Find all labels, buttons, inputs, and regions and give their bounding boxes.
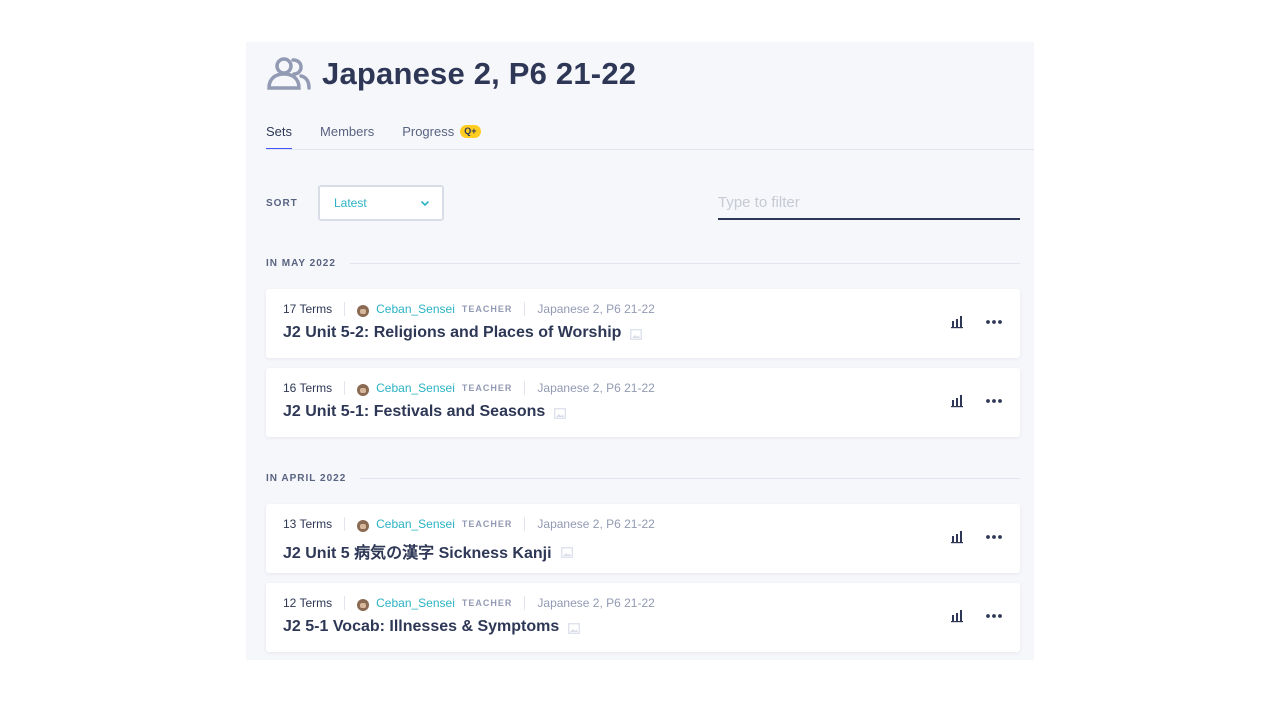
tab-sets-label: Sets (266, 124, 293, 139)
class-name: Japanese 2, P6 21-22 (537, 596, 655, 610)
class-page: Japanese 2, P6 21-22 Sets Members Progre… (246, 42, 1034, 660)
bar-chart-icon[interactable] (950, 315, 964, 329)
set-meta: 16 Terms Ceban_Sensei TEACHER Japanese 2… (283, 381, 655, 396)
owl-avatar-icon (357, 305, 370, 317)
bar-chart-icon[interactable] (950, 530, 964, 544)
group-header-may-2022: IN MAY 2022 (266, 258, 1020, 269)
more-options-icon[interactable] (985, 612, 1003, 620)
meta-divider (524, 517, 526, 531)
class-name: Japanese 2, P6 21-22 (537, 517, 655, 531)
sort-dropdown[interactable]: Latest (318, 185, 444, 221)
set-card[interactable]: 12 Terms Ceban_Sensei TEACHER Japanese 2… (266, 583, 1020, 652)
class-members-icon (266, 56, 312, 92)
set-title-text: J2 Unit 5-2: Religions and Places of Wor… (283, 324, 622, 341)
set-title-text: J2 Unit 5-1: Festivals and Seasons (283, 403, 546, 420)
tab-members-label: Members (320, 124, 375, 139)
set-title[interactable]: J2 Unit 5-1: Festivals and Seasons (283, 403, 567, 421)
class-name: Japanese 2, P6 21-22 (537, 302, 655, 316)
tab-progress-label: Progress (402, 124, 455, 139)
more-options-icon[interactable] (985, 318, 1003, 326)
bar-chart-icon[interactable] (950, 394, 964, 408)
chevron-down-icon (421, 201, 429, 206)
role-badge: TEACHER (461, 383, 513, 393)
set-card[interactable]: 13 Terms Ceban_Sensei TEACHER Japanese 2… (266, 504, 1020, 573)
class-name: Japanese 2, P6 21-22 (537, 381, 655, 395)
meta-divider (344, 596, 346, 610)
group-divider (349, 263, 1020, 264)
bar-chart-icon[interactable] (950, 609, 964, 623)
term-count: 12 Terms (283, 596, 333, 610)
author-link[interactable]: Ceban_Sensei (376, 381, 455, 395)
more-options-icon[interactable] (985, 397, 1003, 405)
class-header: Japanese 2, P6 21-22 (266, 54, 636, 94)
meta-divider (344, 381, 346, 395)
tab-progress[interactable]: Progress Q+ (402, 124, 481, 150)
more-options-icon[interactable] (985, 533, 1003, 541)
group-label: IN APRIL 2022 (266, 473, 347, 484)
tab-members[interactable]: Members (320, 124, 374, 150)
term-count: 13 Terms (283, 517, 333, 531)
set-meta: 17 Terms Ceban_Sensei TEACHER Japanese 2… (283, 302, 655, 317)
owl-avatar-icon (357, 599, 370, 611)
term-count: 16 Terms (283, 381, 333, 395)
set-title[interactable]: J2 5-1 Vocab: Illnesses & Symptoms (283, 618, 581, 636)
owl-avatar-icon (357, 384, 370, 396)
role-badge: TEACHER (461, 519, 513, 529)
class-tabs: Sets Members Progress Q+ (266, 124, 509, 150)
page-title: Japanese 2, P6 21-22 (322, 56, 637, 91)
image-icon (630, 328, 643, 340)
tabs-divider (266, 149, 1034, 150)
image-icon (568, 622, 581, 634)
author-link[interactable]: Ceban_Sensei (376, 517, 455, 531)
role-badge: TEACHER (461, 598, 513, 608)
meta-divider (524, 381, 526, 395)
image-icon (560, 546, 573, 558)
group-divider (360, 478, 1020, 479)
set-title[interactable]: J2 Unit 5-2: Religions and Places of Wor… (283, 324, 643, 342)
group-label: IN MAY 2022 (266, 258, 336, 269)
group-header-april-2022: IN APRIL 2022 (266, 473, 1020, 484)
sort-selected-value: Latest (334, 196, 367, 210)
author-link[interactable]: Ceban_Sensei (376, 596, 455, 610)
meta-divider (524, 302, 526, 316)
term-count: 17 Terms (283, 302, 333, 316)
set-meta: 13 Terms Ceban_Sensei TEACHER Japanese 2… (283, 517, 655, 532)
filter-input[interactable] (718, 186, 1020, 220)
quizlet-plus-badge: Q+ (460, 125, 481, 138)
image-icon (554, 407, 567, 419)
set-title-text: J2 5-1 Vocab: Illnesses & Symptoms (283, 618, 560, 635)
sort-label: SORT (266, 198, 298, 209)
meta-divider (524, 596, 526, 610)
owl-avatar-icon (357, 520, 370, 532)
author-link[interactable]: Ceban_Sensei (376, 302, 455, 316)
set-title[interactable]: J2 Unit 5 病気の漢字 Sickness Kanji (283, 539, 573, 563)
meta-divider (344, 517, 346, 531)
set-card[interactable]: 16 Terms Ceban_Sensei TEACHER Japanese 2… (266, 368, 1020, 437)
meta-divider (344, 302, 346, 316)
role-badge: TEACHER (461, 304, 513, 314)
set-title-text: J2 Unit 5 病気の漢字 Sickness Kanji (283, 545, 552, 562)
tab-sets[interactable]: Sets (266, 124, 293, 150)
set-meta: 12 Terms Ceban_Sensei TEACHER Japanese 2… (283, 596, 655, 611)
set-card[interactable]: 17 Terms Ceban_Sensei TEACHER Japanese 2… (266, 289, 1020, 358)
